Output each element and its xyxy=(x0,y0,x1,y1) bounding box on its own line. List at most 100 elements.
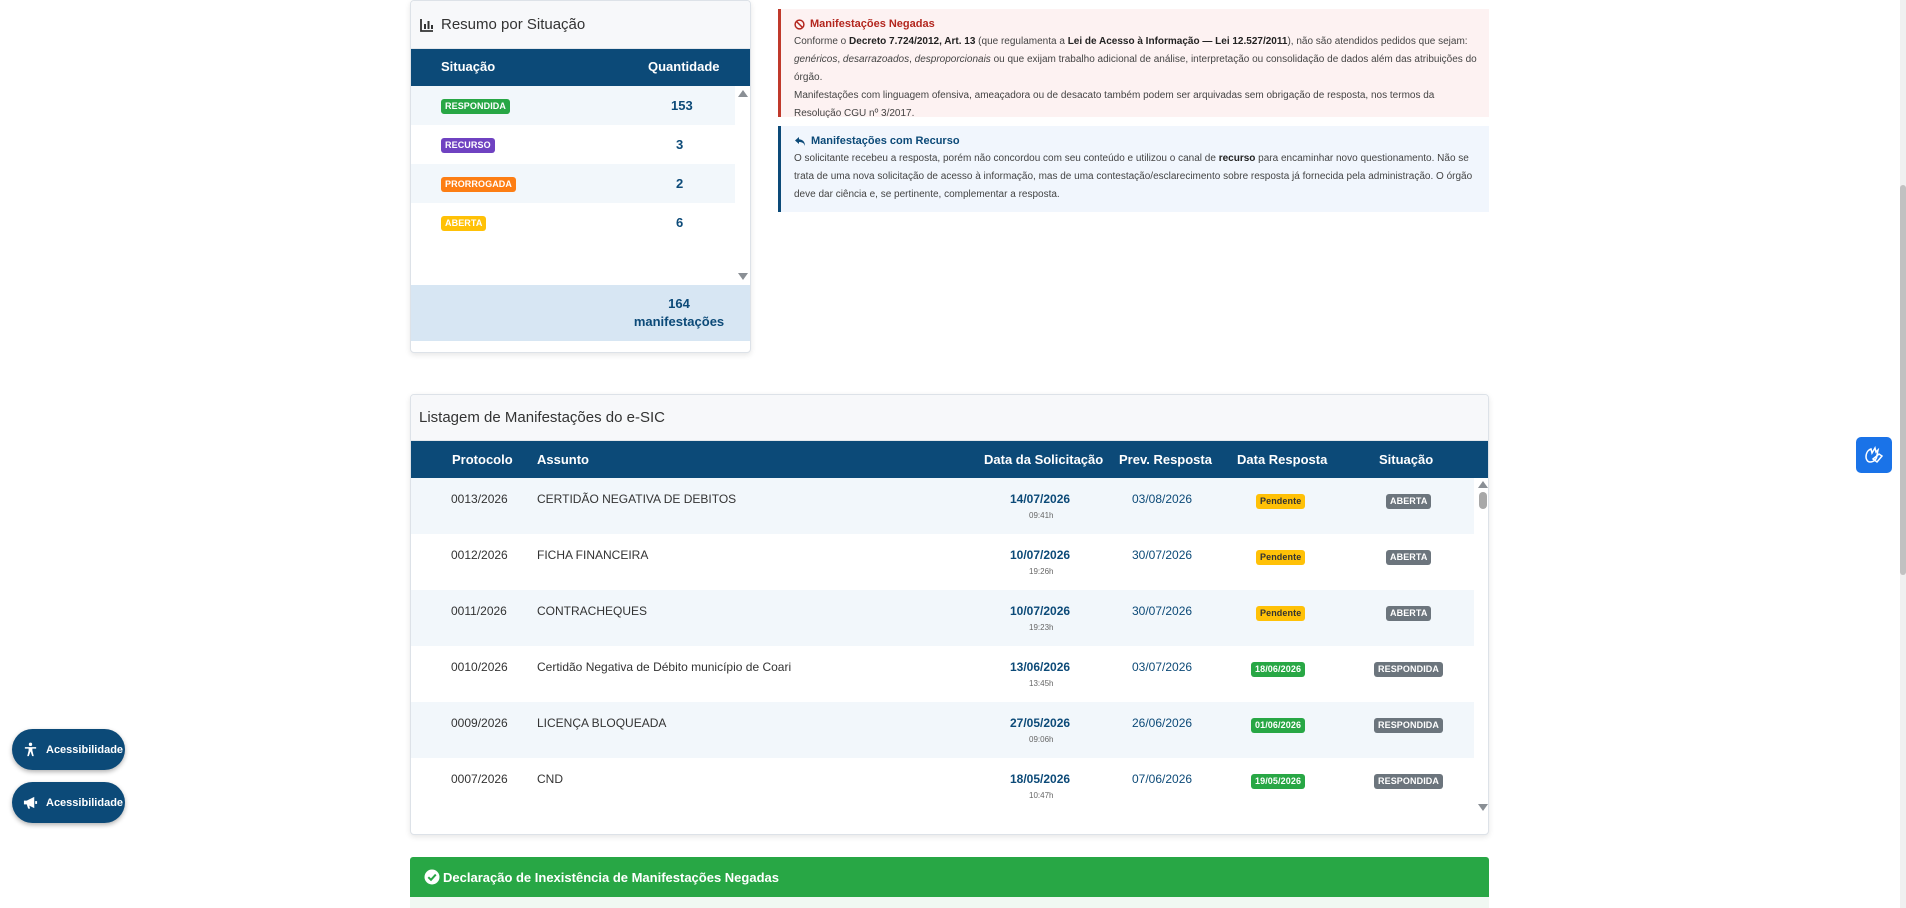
assunto: FICHA FINANCEIRA xyxy=(537,548,649,562)
data-solicitacao: 10/07/2026 xyxy=(1010,548,1071,562)
col-data-solicitacao: Data da Solicitação xyxy=(984,452,1104,467)
prev-resposta: 07/06/2026 xyxy=(1132,772,1193,786)
page-scrollbar[interactable] xyxy=(1900,0,1906,908)
prev-resposta: 03/07/2026 xyxy=(1132,660,1193,674)
accessibility-button[interactable]: Acessibilidade xyxy=(12,729,125,770)
accessibility-button-2[interactable]: Acessibilidade xyxy=(12,782,125,823)
prev-resposta: 03/08/2026 xyxy=(1132,492,1193,506)
protocolo: 0007/2026 xyxy=(451,772,508,786)
vlibras-button[interactable] xyxy=(1856,437,1892,473)
table-row[interactable]: 0007/2026 CND 18/05/2026 10:47h 07/06/20… xyxy=(411,758,1474,814)
scroll-down-button[interactable] xyxy=(1478,804,1488,811)
status-badge: ABERTA xyxy=(441,216,487,231)
declaration-header[interactable]: Declaração de Inexistência de Manifestaç… xyxy=(410,857,1489,897)
col-data-resposta: Data Resposta xyxy=(1237,452,1328,467)
chart-bar-icon xyxy=(420,18,433,32)
hora-solicitacao: 09:41h xyxy=(1029,511,1054,520)
col-assunto: Assunto xyxy=(537,452,589,467)
col-quantidade: Quantidade xyxy=(648,59,720,74)
resposta-badge: Pendente xyxy=(1256,606,1306,621)
assunto: CERTIDÃO NEGATIVA DE DEBITOS xyxy=(537,492,737,506)
situacao-badge: ABERTA xyxy=(1386,494,1432,509)
scrollbar-thumb[interactable] xyxy=(1479,492,1487,509)
listing-table-header: Protocolo Assunto Data da Solicitação Pr… xyxy=(411,441,1488,478)
scroll-up-button[interactable] xyxy=(1478,481,1488,488)
scroll-up-button[interactable] xyxy=(738,90,748,97)
info-manifestacoes-recurso: Manifestações com Recurso O solicitante … xyxy=(778,126,1489,212)
info-recurso-title: Manifestações com Recurso xyxy=(811,135,960,147)
resposta-badge: Pendente xyxy=(1256,550,1306,565)
page-scrollbar-thumb[interactable] xyxy=(1900,185,1906,575)
hora-solicitacao: 19:26h xyxy=(1029,567,1054,576)
quantity: 6 xyxy=(676,215,684,230)
reply-icon xyxy=(795,136,805,146)
data-solicitacao: 18/05/2026 xyxy=(1010,772,1071,786)
info-denied-text-2: Manifestações com linguagem ofensiva, am… xyxy=(794,90,1435,119)
situacao-badge: RESPONDIDA xyxy=(1374,662,1444,677)
accessibility-label: Acessibilidade xyxy=(46,743,124,756)
table-row[interactable]: 0010/2026 Certidão Negativa de Débito mu… xyxy=(411,646,1474,702)
summary-table-header: Situação Quantidade xyxy=(411,49,750,86)
protocolo: 0010/2026 xyxy=(451,660,508,674)
prev-resposta: 26/06/2026 xyxy=(1132,716,1193,730)
table-row[interactable]: 0013/2026 CERTIDÃO NEGATIVA DE DEBITOS 1… xyxy=(411,478,1474,534)
prev-resposta: 30/07/2026 xyxy=(1132,548,1193,562)
status-badge: PRORROGADA xyxy=(441,177,517,192)
hora-solicitacao: 19:23h xyxy=(1029,623,1054,632)
protocolo: 0013/2026 xyxy=(451,492,508,506)
summary-row-recurso: RECURSO 3 xyxy=(411,125,735,164)
info-recurso-text: O solicitante recebeu a resposta, porém … xyxy=(794,153,1473,200)
listing-header: Listagem de Manifestações do e-SIC xyxy=(411,395,1488,441)
situacao-badge: RESPONDIDA xyxy=(1374,718,1444,733)
ban-icon xyxy=(794,18,805,30)
assunto: CONTRACHEQUES xyxy=(537,604,648,618)
summary-total: 164 manifestações xyxy=(411,285,750,341)
protocolo: 0009/2026 xyxy=(451,716,508,730)
total-count: 164 xyxy=(668,296,690,311)
data-solicitacao: 13/06/2026 xyxy=(1010,660,1071,674)
declaration-title: Declaração de Inexistência de Manifestaç… xyxy=(443,869,779,885)
page: Resumo por Situação Situação Quantidade … xyxy=(0,0,1906,908)
resposta-badge: 01/06/2026 xyxy=(1251,718,1306,733)
col-situacao: Situação xyxy=(1379,452,1434,467)
universal-access-icon xyxy=(24,742,37,757)
protocolo: 0012/2026 xyxy=(451,548,508,562)
hora-solicitacao: 10:47h xyxy=(1029,791,1054,800)
protocolo: 0011/2026 xyxy=(451,604,507,618)
listing-table-body[interactable]: 0013/2026 CERTIDÃO NEGATIVA DE DEBITOS 1… xyxy=(411,478,1488,834)
hora-solicitacao: 13:45h xyxy=(1029,679,1054,688)
summary-card: Resumo por Situação Situação Quantidade … xyxy=(410,0,751,353)
info-denied-title: Manifestações Negadas xyxy=(810,18,935,30)
table-row[interactable]: 0011/2026 CONTRACHEQUES 10/07/2026 19:23… xyxy=(411,590,1474,646)
data-solicitacao: 14/07/2026 xyxy=(1010,492,1071,506)
declaration-body xyxy=(410,897,1489,908)
sign-language-hands-icon xyxy=(1865,446,1884,464)
assunto: LICENÇA BLOQUEADA xyxy=(537,716,667,730)
summary-title: Resumo por Situação xyxy=(441,16,586,33)
accessibility-label: Acessibilidade xyxy=(46,796,124,809)
col-protocolo: Protocolo xyxy=(452,452,513,467)
situacao-badge: ABERTA xyxy=(1386,550,1432,565)
assunto: CND xyxy=(537,772,563,786)
status-badge: RECURSO xyxy=(441,138,495,153)
quantity: 153 xyxy=(671,98,693,113)
summary-table-body[interactable]: RESPONDIDA 153 RECURSO 3 PRORROGADA 2 AB… xyxy=(411,86,750,285)
table-row[interactable]: 0012/2026 FICHA FINANCEIRA 10/07/2026 19… xyxy=(411,534,1474,590)
bullhorn-icon xyxy=(23,796,38,809)
total-label: manifestações xyxy=(633,314,725,329)
check-circle-icon xyxy=(424,869,440,885)
resposta-badge: Pendente xyxy=(1256,494,1306,509)
table-row[interactable]: 0009/2026 LICENÇA BLOQUEADA 27/05/2026 0… xyxy=(411,702,1474,758)
summary-header: Resumo por Situação xyxy=(411,1,750,49)
summary-row-prorrogada: PRORROGADA 2 xyxy=(411,164,735,203)
quantity: 2 xyxy=(676,176,684,191)
scroll-down-button[interactable] xyxy=(738,273,748,280)
quantity: 3 xyxy=(676,137,684,152)
resposta-badge: 19/05/2026 xyxy=(1251,774,1306,789)
data-solicitacao: 27/05/2026 xyxy=(1010,716,1071,730)
summary-row-respondida: RESPONDIDA 153 xyxy=(411,86,735,125)
listing-card: Listagem de Manifestações do e-SIC Proto… xyxy=(410,394,1489,835)
info-manifestacoes-negadas: Manifestações Negadas Conforme o Decreto… xyxy=(778,9,1489,119)
data-solicitacao: 10/07/2026 xyxy=(1010,604,1071,618)
assunto: Certidão Negativa de Débito município de… xyxy=(537,660,792,674)
